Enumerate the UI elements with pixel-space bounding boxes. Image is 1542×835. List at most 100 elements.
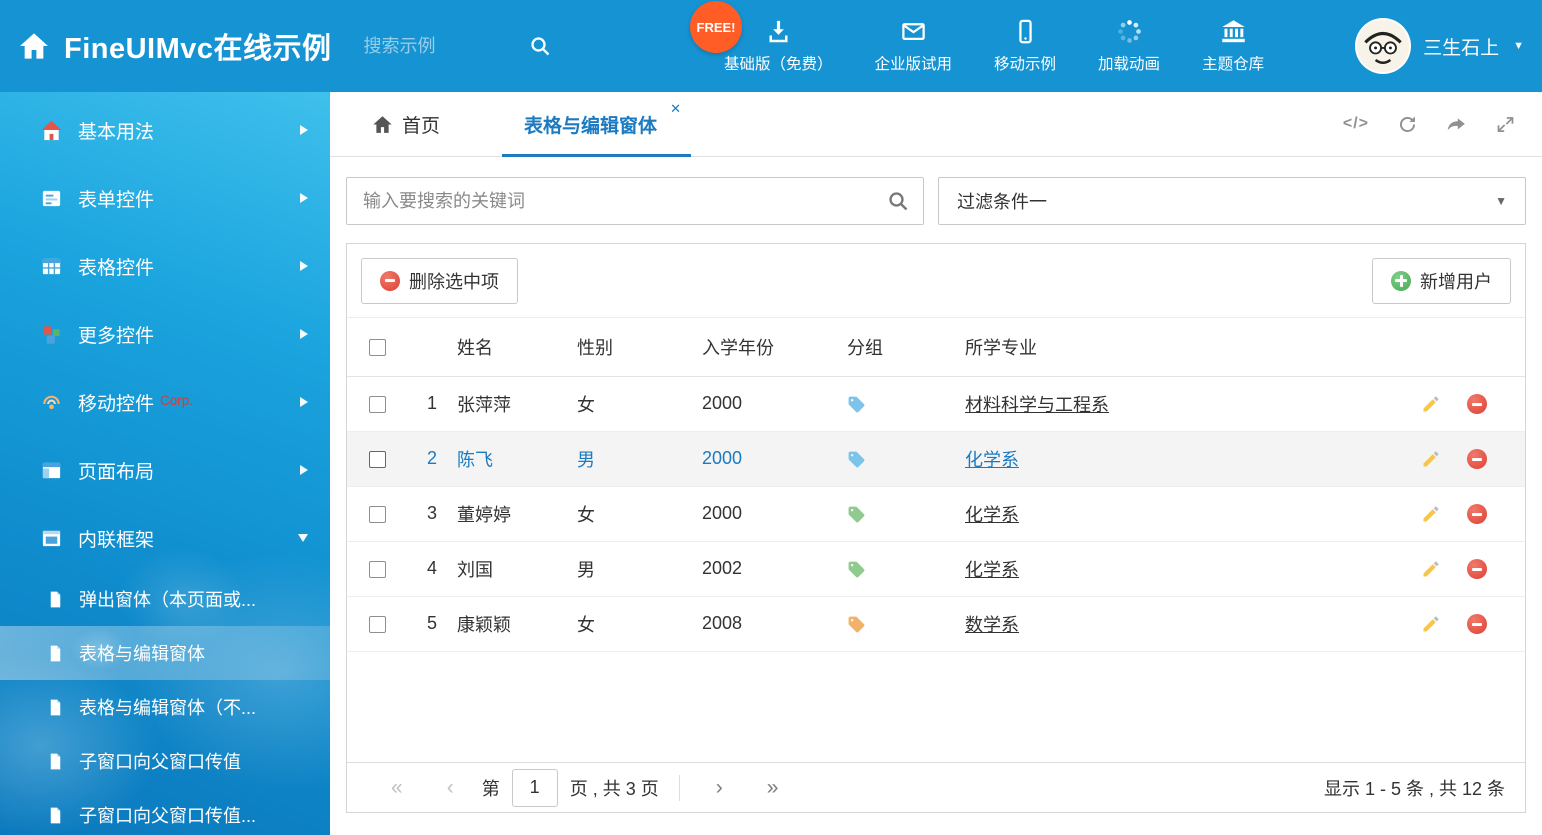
row-index: 2 (407, 431, 457, 486)
edit-button[interactable] (1421, 504, 1441, 524)
page-number-input[interactable] (512, 769, 558, 807)
sidebar-item-mobile-controls[interactable]: 移动控件 Corp. (0, 368, 330, 436)
add-user-button[interactable]: 新增用户 (1372, 258, 1511, 304)
search-icon[interactable] (528, 34, 552, 58)
row-index: 5 (407, 596, 457, 651)
code-icon[interactable]: </> (1343, 115, 1369, 133)
chevron-right-icon (300, 329, 308, 339)
tag-icon (847, 395, 866, 414)
last-page-button[interactable]: » (767, 776, 779, 800)
row-checkbox[interactable] (369, 506, 386, 523)
major-link[interactable]: 化学系 (965, 450, 1019, 470)
header-search (364, 34, 552, 58)
delete-selected-button[interactable]: 删除选中项 (361, 258, 518, 304)
record-summary: 显示 1 - 5 条 , 共 12 条 (1324, 775, 1505, 801)
sidebar-subitem-grid-edit-window[interactable]: 表格与编辑窗体 (0, 626, 330, 680)
prev-page-button[interactable]: ‹ (447, 776, 454, 800)
major-link[interactable]: 化学系 (965, 560, 1019, 580)
sidebar-subitem-grid-edit-window-2[interactable]: 表格与编辑窗体（不... (0, 680, 330, 734)
column-name: 姓名 (457, 318, 577, 376)
cell-name: 康颖颖 (457, 596, 577, 651)
header-search-input[interactable] (364, 36, 514, 57)
sidebar-subitem-popup-window[interactable]: 弹出窗体（本页面或... (0, 572, 330, 626)
major-link[interactable]: 材料科学与工程系 (965, 395, 1109, 415)
table-row[interactable]: 3 董婷婷 女 2000 化学系 (347, 486, 1525, 541)
cell-year: 2008 (702, 596, 847, 651)
nav-mobile-demo[interactable]: 移动示例 (994, 18, 1056, 74)
sidebar-subitem-child-to-parent[interactable]: 子窗口向父窗口传值 (0, 734, 330, 788)
edit-button[interactable] (1421, 559, 1441, 579)
divider (679, 775, 680, 801)
filter-dropdown[interactable]: 过滤条件一 ▼ (938, 177, 1526, 225)
delete-button[interactable] (1467, 394, 1487, 414)
sidebar-item-form-controls[interactable]: 表单控件 (0, 164, 330, 232)
edit-button[interactable] (1421, 394, 1441, 414)
file-icon (46, 644, 65, 663)
nav-label: 基础版（免费） (724, 52, 833, 74)
sidebar-item-iframe[interactable]: 内联框架 (0, 504, 330, 572)
minus-circle-icon (1467, 504, 1487, 524)
keyword-search-input[interactable] (346, 177, 924, 225)
table-row[interactable]: 4 刘国 男 2002 化学系 (347, 541, 1525, 596)
table-row[interactable]: 1 张萍萍 女 2000 材料科学与工程系 (347, 376, 1525, 431)
table-row[interactable]: 5 康颖颖 女 2008 数学系 (347, 596, 1525, 651)
major-link[interactable]: 数学系 (965, 615, 1019, 635)
share-icon[interactable] (1446, 114, 1467, 135)
select-all-checkbox[interactable] (369, 339, 386, 356)
tab-home[interactable]: 首页 (350, 92, 462, 156)
home-icon (40, 119, 63, 142)
next-page-button[interactable]: › (716, 776, 723, 800)
tag-icon (847, 560, 866, 579)
sidebar-subitem-child-to-parent-2[interactable]: 子窗口向父窗口传值... (0, 788, 330, 835)
first-page-button[interactable]: « (391, 776, 403, 800)
row-checkbox[interactable] (369, 396, 386, 413)
close-icon[interactable]: ✕ (670, 101, 681, 117)
sidebar-item-page-layout[interactable]: 页面布局 (0, 436, 330, 504)
cubes-icon (40, 323, 63, 346)
filter-dropdown-value: 过滤条件一 (957, 188, 1047, 214)
delete-button[interactable] (1467, 614, 1487, 634)
column-gender: 性别 (577, 318, 702, 376)
sidebar-item-table-controls[interactable]: 表格控件 (0, 232, 330, 300)
search-icon[interactable] (886, 189, 910, 213)
cell-gender: 女 (577, 376, 702, 431)
expand-icon[interactable] (1495, 114, 1516, 135)
column-group: 分组 (847, 318, 965, 376)
header-nav: 基础版（免费） 企业版试用 移动示例 加载动画 主题仓库 (724, 0, 1264, 92)
tab-label: 首页 (402, 111, 440, 138)
layout-icon (40, 459, 63, 482)
row-checkbox[interactable] (369, 561, 386, 578)
nav-loading-animation[interactable]: 加载动画 (1098, 18, 1160, 74)
home-icon[interactable] (18, 30, 50, 62)
table-row[interactable]: 2 陈飞 男 2000 化学系 (347, 431, 1525, 486)
user-menu[interactable]: 三生石上 ▼ (1355, 0, 1524, 92)
sidebar-item-more-controls[interactable]: 更多控件 (0, 300, 330, 368)
edit-button[interactable] (1421, 614, 1441, 634)
table-header-row: 姓名 性别 入学年份 分组 所学专业 (347, 318, 1525, 376)
major-link[interactable]: 化学系 (965, 505, 1019, 525)
chevron-right-icon (300, 397, 308, 407)
cell-gender: 女 (577, 486, 702, 541)
page-content: 过滤条件一 ▼ 删除选中项 新增用户 (330, 157, 1542, 835)
minus-circle-icon (380, 271, 400, 291)
column-major: 所学专业 (965, 318, 1415, 376)
file-icon (46, 752, 65, 771)
nav-theme-repo[interactable]: 主题仓库 (1202, 18, 1264, 74)
sidebar-item-basic-usage[interactable]: 基本用法 (0, 96, 330, 164)
row-checkbox[interactable] (369, 616, 386, 633)
row-index: 1 (407, 376, 457, 431)
row-checkbox[interactable] (369, 451, 386, 468)
tab-bar: 首页 表格与编辑窗体 ✕ </> (330, 92, 1542, 157)
delete-button[interactable] (1467, 559, 1487, 579)
delete-button[interactable] (1467, 449, 1487, 469)
refresh-icon[interactable] (1397, 114, 1418, 135)
file-icon (46, 698, 65, 717)
cell-year: 2000 (702, 376, 847, 431)
corp-badge: Corp. (160, 393, 193, 408)
cell-name: 刘国 (457, 541, 577, 596)
delete-button[interactable] (1467, 504, 1487, 524)
tab-grid-edit-window[interactable]: 表格与编辑窗体 ✕ (502, 92, 691, 156)
chevron-right-icon (300, 125, 308, 135)
edit-button[interactable] (1421, 449, 1441, 469)
nav-enterprise-trial[interactable]: 企业版试用 (875, 18, 953, 74)
